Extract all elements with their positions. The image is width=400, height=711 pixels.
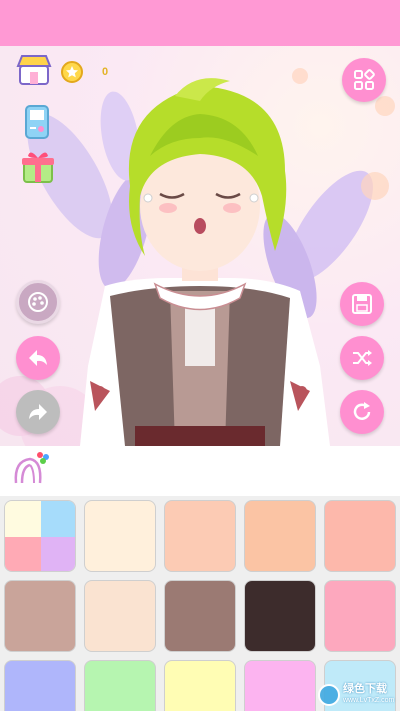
category-tab-bar	[0, 446, 400, 496]
reset-button[interactable]	[340, 390, 384, 434]
shuffle-button[interactable]	[340, 336, 384, 380]
color-swatch[interactable]	[244, 660, 316, 711]
character-stage	[0, 46, 400, 446]
watermark-logo	[318, 684, 340, 706]
coin-count: 0	[102, 66, 109, 78]
redo-button[interactable]	[16, 390, 60, 434]
color-swatch[interactable]	[164, 500, 236, 572]
shuffle-icon	[353, 350, 372, 366]
character-body	[80, 278, 330, 446]
swatch-quadrant	[5, 501, 41, 537]
gift-icon[interactable]	[20, 148, 56, 184]
color-palette-icon	[28, 292, 48, 312]
undo-button[interactable]	[16, 336, 60, 380]
undo-arrow-icon	[29, 350, 47, 366]
color-swatch[interactable]	[244, 580, 316, 652]
color-swatch[interactable]	[164, 660, 236, 711]
color-swatch[interactable]	[4, 660, 76, 711]
color-swatch[interactable]	[244, 500, 316, 572]
menu-grid-button[interactable]	[342, 58, 386, 102]
game-console-icon[interactable]	[20, 104, 56, 140]
swatch-quadrant	[41, 501, 75, 537]
top-bar	[0, 0, 400, 46]
color-swatch[interactable]	[324, 500, 396, 572]
swatch-quadrant	[41, 537, 75, 571]
save-button[interactable]	[340, 282, 384, 326]
save-icon	[352, 294, 372, 314]
watermark: 绿色下载 www.LvTxZ.com	[318, 682, 398, 708]
color-swatch-panel	[0, 496, 400, 711]
color-swatch[interactable]	[164, 580, 236, 652]
hair-color-tab-icon[interactable]	[12, 449, 52, 489]
color-swatch[interactable]	[84, 500, 156, 572]
watermark-title: 绿色下载	[343, 683, 387, 695]
redo-arrow-icon	[29, 404, 47, 420]
character-scene	[0, 68, 395, 446]
shop-icon[interactable]	[16, 52, 52, 88]
coin-icon	[60, 60, 84, 84]
watermark-subtitle: www.LvTxZ.com	[343, 697, 395, 704]
color-swatch[interactable]	[4, 580, 76, 652]
color-swatch[interactable]	[324, 580, 396, 652]
grid-icon	[354, 69, 375, 90]
refresh-icon	[353, 402, 371, 420]
swatch-quadrant	[5, 537, 41, 571]
color-swatch[interactable]	[84, 580, 156, 652]
color-palette-button[interactable]	[16, 280, 60, 324]
color-swatch[interactable]	[4, 500, 76, 572]
color-swatch[interactable]	[84, 660, 156, 711]
